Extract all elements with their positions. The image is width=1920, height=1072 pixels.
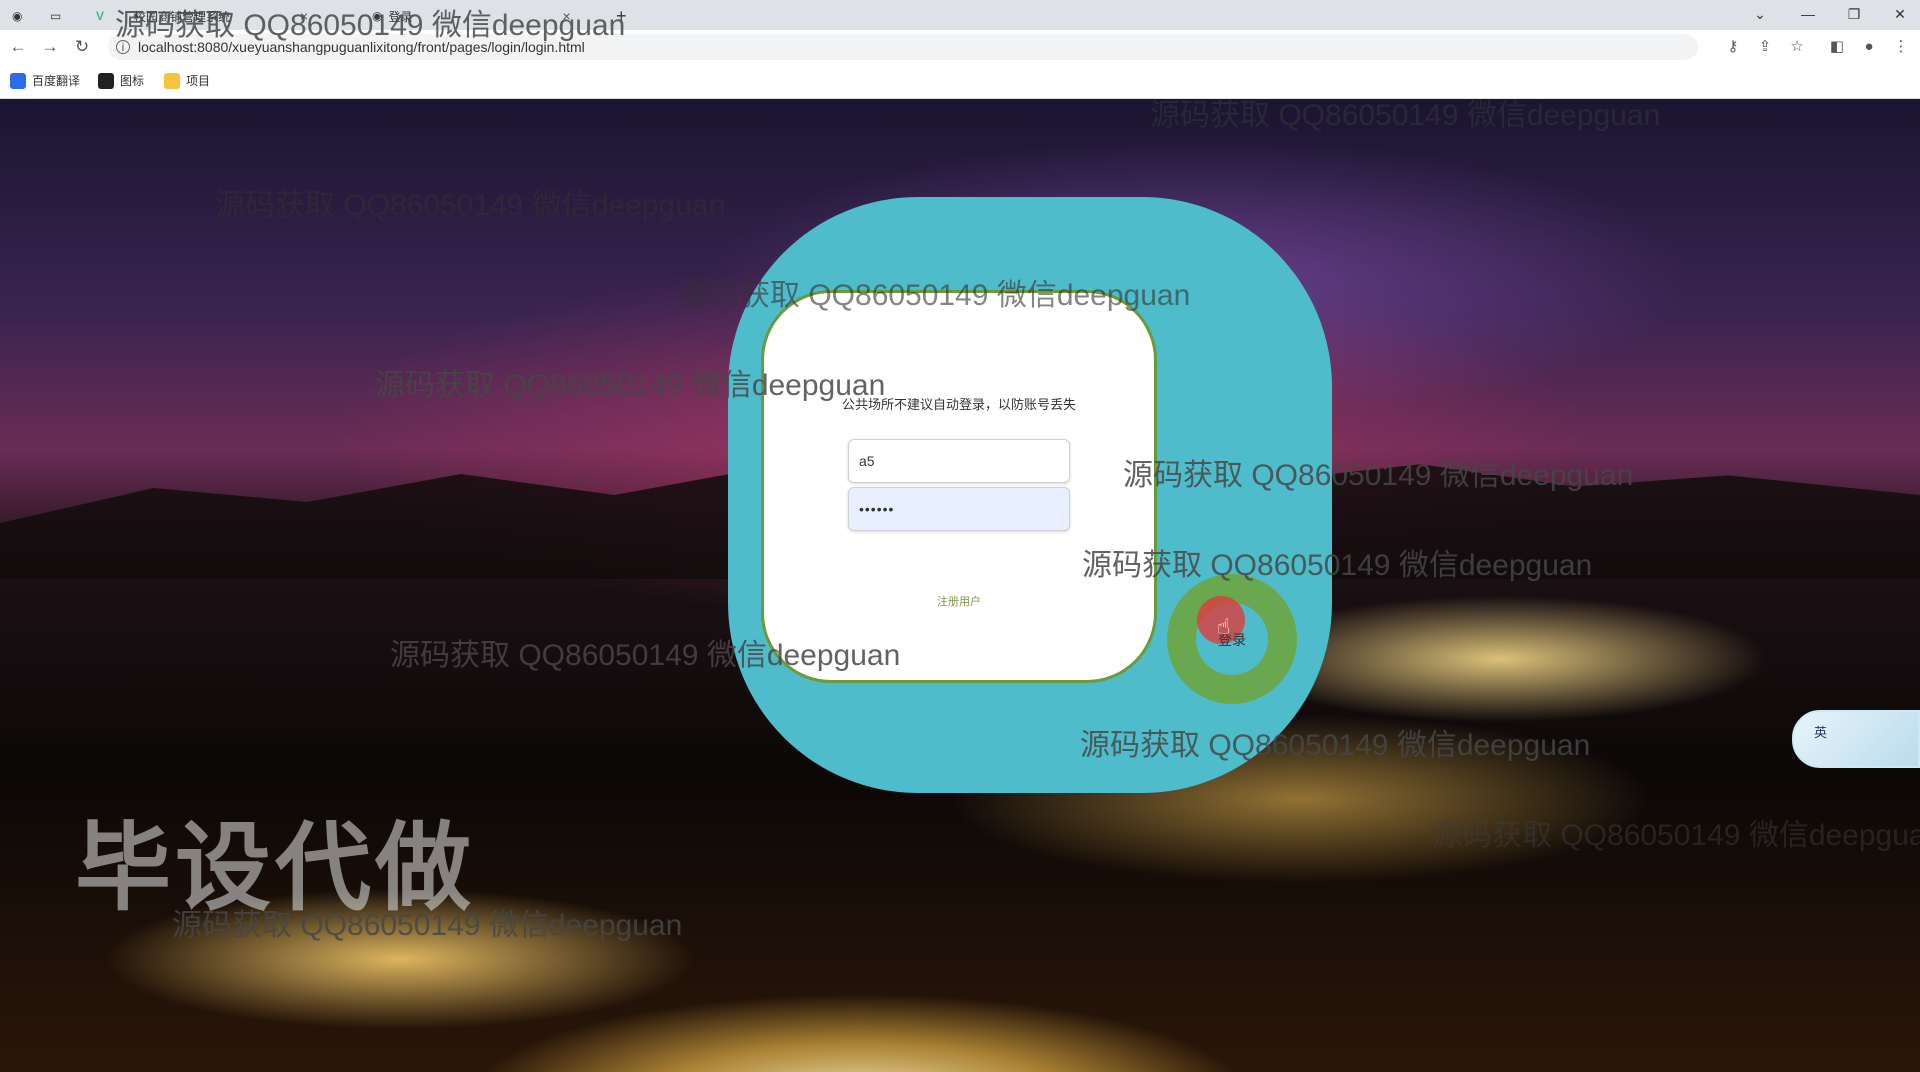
ime-language-label: 英 [1814, 725, 1828, 740]
watermark: 源码获取 QQ86050149 微信deepguan [215, 189, 726, 222]
watermark: 源码获取 QQ86050149 微信deepguan [1080, 729, 1591, 762]
hand-cursor-icon: ☝ [1217, 614, 1231, 639]
watermark: 源码获取 QQ86050149 微信deepguan [1432, 819, 1920, 852]
translate-icon [10, 72, 26, 89]
bookmark-icons[interactable]: 图标 [98, 72, 144, 89]
bookmark-label: 图标 [120, 74, 145, 88]
vue-icon: V [96, 9, 105, 23]
watermark: 源码获取 QQ86050149 微信deepguan [1082, 549, 1593, 582]
globe-icon: ◉ [12, 9, 23, 23]
ime-widget[interactable]: 英 [1792, 710, 1920, 768]
menu-icon[interactable]: ⋮ [1890, 36, 1912, 58]
restore-icon[interactable]: ❐ [1836, 2, 1872, 26]
tab-1[interactable]: ▭ [50, 2, 61, 30]
star-icon[interactable]: ☆ [1786, 36, 1808, 58]
watermark: 源码获取 QQ86050149 微信deepguan [1123, 459, 1634, 492]
back-icon[interactable]: ← [6, 35, 30, 59]
big-watermark: 毕设代做 [75, 815, 475, 922]
blank-tab-icon: ▭ [50, 9, 62, 23]
watermark: 源码获取 QQ86050149 微信deepguan [375, 369, 886, 402]
bookmark-project[interactable]: 项目 [164, 72, 210, 89]
share-icon[interactable]: ⇪ [1754, 36, 1776, 58]
register-link[interactable]: 注册用户 [761, 593, 1157, 609]
login-button-label[interactable]: 登录 [1196, 630, 1268, 650]
watermark: 源码获取 QQ86050149 微信deepguan [390, 639, 901, 672]
tab-0[interactable]: ◉ [12, 2, 22, 30]
watermark: 源码获取 QQ86050149 微信deepguan [115, 9, 626, 42]
watermark: 源码获取 QQ86050149 微信deepguan [1150, 99, 1661, 132]
reload-icon[interactable]: ↻ [70, 35, 94, 59]
bookmark-baidu-translate[interactable]: 百度翻译 [10, 72, 80, 89]
close-window-icon[interactable]: ✕ [1882, 2, 1918, 26]
image-icon [98, 72, 114, 89]
password-input[interactable] [848, 487, 1070, 531]
folder-icon [164, 72, 180, 89]
minimize-icon[interactable]: — [1790, 2, 1826, 26]
profile-icon[interactable]: ● [1858, 36, 1880, 58]
bookmark-label: 项目 [186, 74, 211, 88]
bookmark-label: 百度翻译 [32, 74, 81, 88]
forward-icon[interactable]: → [38, 35, 62, 59]
side-panel-icon[interactable]: ◧ [1826, 36, 1848, 58]
watermark: 源码获取 QQ86050149 微信deepguan [680, 279, 1191, 312]
key-icon[interactable]: ⚷ [1722, 36, 1744, 58]
tab-search-icon[interactable]: ⌄ [1742, 2, 1778, 26]
username-input[interactable] [848, 439, 1070, 483]
